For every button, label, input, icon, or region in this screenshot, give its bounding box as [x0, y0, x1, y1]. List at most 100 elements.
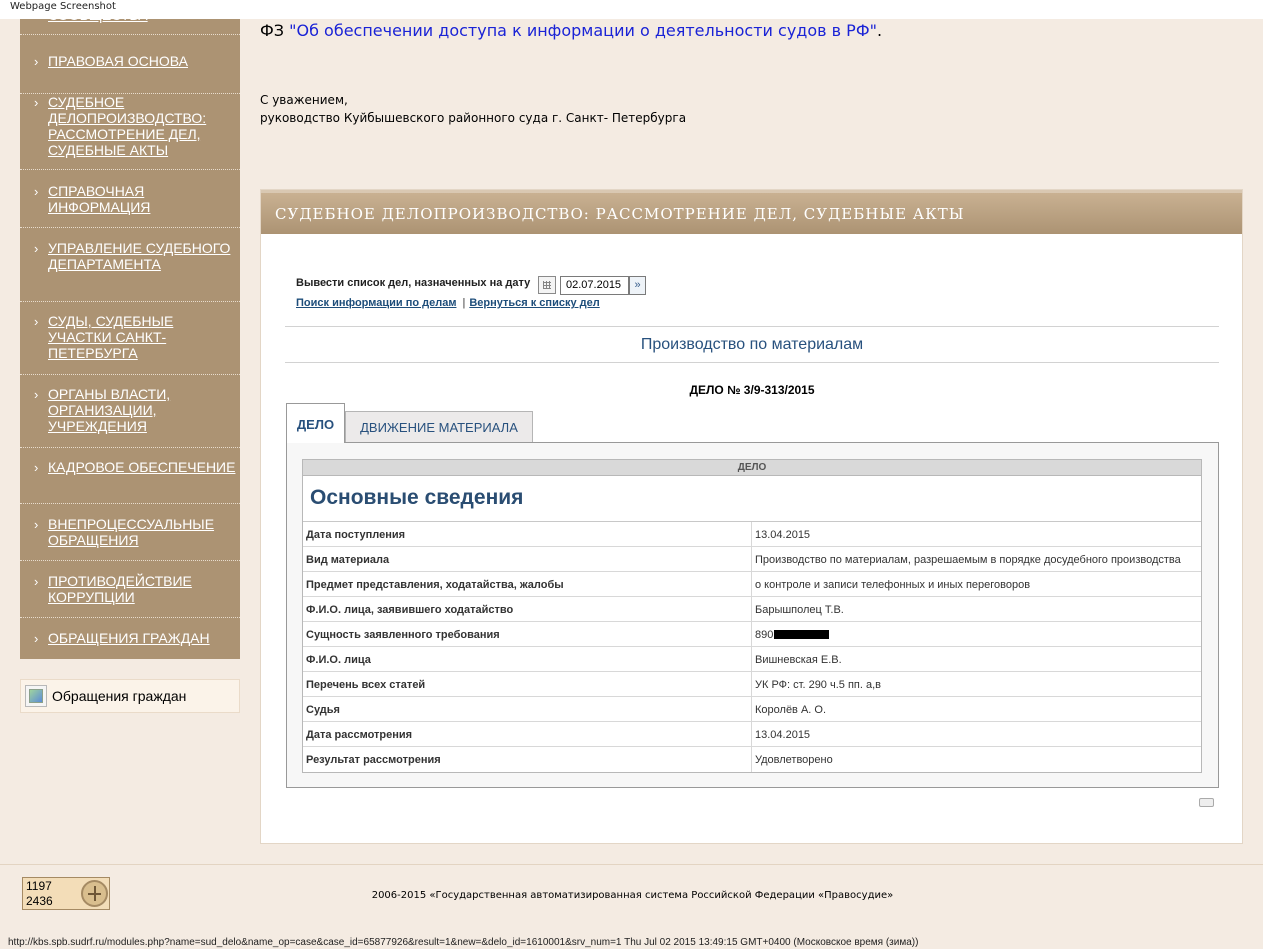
row-key: Вид материала — [306, 554, 390, 566]
table-row: Результат рассмотрения Удовлетворено — [303, 747, 1201, 772]
row-value: Барышполец Т.В. — [755, 604, 844, 616]
sidebar-item-legal-basis[interactable]: › ПРАВОВАЯ ОСНОВА — [20, 53, 240, 94]
banner-label[interactable]: Обращения граждан — [52, 688, 186, 704]
row-value: о контроле и записи телефонных и иных пе… — [755, 579, 1031, 591]
law-link[interactable]: "Об обеспечении доступа к информации о д… — [289, 21, 877, 40]
proceeding-type-title: Производство по материалам — [640, 336, 864, 353]
row-value: 13.04.2015 — [755, 529, 811, 541]
row-value: Производство по материалам, разрешаемым … — [755, 554, 1181, 566]
footer-divider — [0, 864, 1263, 865]
chevron-right-icon: › — [34, 387, 39, 402]
table-header: ДЕЛО — [303, 460, 1201, 476]
row-key: Дата рассмотрения — [306, 729, 413, 741]
sidebar-item-label[interactable]: СУДЕБНОЕ ДЕЛОПРОИЗВОДСТВО: РАССМОТРЕНИЕ … — [48, 94, 236, 158]
sidebar-item-reference-info[interactable]: › СПРАВОЧНАЯ ИНФОРМАЦИЯ — [20, 183, 240, 228]
row-key: Сущность заявленного требования — [306, 629, 500, 641]
go-arrow-icon[interactable]: » — [629, 276, 646, 295]
chevron-right-icon: › — [34, 460, 39, 475]
table-row: Вид материала Производство по материалам,… — [303, 547, 1201, 572]
date-input[interactable]: 02.07.2015 — [560, 276, 629, 295]
case-info-table: ДЕЛО Основные сведения Дата поступления 1… — [302, 459, 1202, 773]
panel-title: СУДЕБНОЕ ДЕЛОПРОИЗВОДСТВО: РАССМОТРЕНИЕ … — [275, 205, 965, 223]
redaction-mark — [774, 630, 830, 639]
chevron-right-icon: › — [34, 54, 39, 69]
sidebar-item-anti-corruption[interactable]: › ПРОТИВОДЕЙСТВИЕ КОРРУПЦИИ — [20, 573, 240, 618]
calendar-icon[interactable] — [538, 276, 556, 294]
row-value-redacted: 890 — [755, 629, 830, 641]
table-row: Дата рассмотрения 13.04.2015 — [303, 722, 1201, 747]
table-row: Перечень всех статей УК РФ: ст. 290 ч.5 п… — [303, 672, 1201, 697]
court-proceedings-panel: СУДЕБНОЕ ДЕЛОПРОИЗВОДСТВО: РАССМОТРЕНИЕ … — [260, 189, 1243, 844]
row-value: УК РФ: ст. 290 ч.5 пп. а,в — [755, 679, 881, 691]
sidebar-item-authorities[interactable]: › ОРГАНЫ ВЛАСТИ, ОРГАНИЗАЦИИ, УЧРЕЖДЕНИЯ — [20, 386, 240, 448]
table-row: Дата поступления 13.04.2015 — [303, 522, 1201, 547]
date-filter-label: Вывести список дел, назначенных на дату — [296, 277, 531, 289]
sidebar-item-label[interactable]: СУДЫ, СУДЕБНЫЕ УЧАСТКИ САНКТ-ПЕТЕРБУРГА — [48, 313, 236, 361]
regards-block: С уважением, руководство Куйбышевского р… — [260, 91, 686, 127]
table-title: Основные сведения — [303, 476, 1201, 522]
row-key: Предмет представления, ходатайства, жало… — [306, 579, 564, 591]
row-value: Вишневская Е.В. — [755, 654, 842, 666]
row-key: Перечень всех статей — [306, 679, 426, 691]
tab-material-movement[interactable]: ДВИЖЕНИЕ МАТЕРИАЛА — [345, 411, 533, 443]
table-row: Ф.И.О. лица, заявившего ходатайство Барыш… — [303, 597, 1201, 622]
link-separator: | — [462, 297, 466, 309]
print-icon[interactable] — [1198, 793, 1214, 809]
row-value: 890 — [755, 629, 774, 641]
citizen-appeals-banner[interactable]: Обращения граждан — [20, 679, 240, 713]
row-key: Ф.И.О. лица, заявившего ходатайство — [306, 604, 514, 616]
sidebar-item-label[interactable]: ПРАВОВАЯ ОСНОВА — [48, 53, 236, 69]
sidebar-item-label[interactable]: УПРАВЛЕНИЕ СУДЕБНОГО ДЕПАРТАМЕНТА — [48, 240, 236, 272]
row-key: Дата поступления — [306, 529, 406, 541]
law-suffix: . — [876, 21, 883, 40]
sidebar-item-court-proceedings[interactable]: › СУДЕБНОЕ ДЕЛОПРОИЗВОДСТВО: РАССМОТРЕНИ… — [20, 94, 240, 170]
sidebar-item-label[interactable]: ОРГАНЫ ВЛАСТИ, ОРГАНИЗАЦИИ, УЧРЕЖДЕНИЯ — [48, 386, 236, 434]
sidebar-item-communities[interactable]: СООБЩЕСТВА — [20, 7, 240, 35]
chevron-right-icon: › — [34, 184, 39, 199]
tab-case[interactable]: ДЕЛО — [286, 403, 345, 443]
back-to-list-link[interactable]: Вернуться к списку дел — [469, 297, 599, 309]
row-value: 13.04.2015 — [755, 729, 811, 741]
row-key: Результат рассмотрения — [306, 754, 441, 766]
sidebar-item-citizen-appeals[interactable]: › ОБРАЩЕНИЯ ГРАЖДАН — [20, 630, 240, 659]
chevron-right-icon: › — [34, 574, 39, 589]
panel-header: СУДЕБНОЕ ДЕЛОПРОИЗВОДСТВО: РАССМОТРЕНИЕ … — [261, 190, 1242, 234]
search-cases-link[interactable]: Поиск информации по делам — [296, 297, 456, 309]
tab-content: ДЕЛО Основные сведения Дата поступления 1… — [286, 442, 1219, 788]
chevron-right-icon: › — [34, 241, 39, 256]
sidebar-item-courts-spb[interactable]: › СУДЫ, СУДЕБНЫЕ УЧАСТКИ САНКТ-ПЕТЕРБУРГ… — [20, 313, 240, 375]
chevron-right-icon: › — [34, 95, 39, 110]
row-value: Удовлетворено — [755, 754, 833, 766]
row-key: Ф.И.О. лица — [306, 654, 371, 666]
sidebar-item-staffing[interactable]: › КАДРОВОЕ ОБЕСПЕЧЕНИЕ — [20, 459, 240, 504]
footer-copyright: 2006-2015 «Государственная автоматизиров… — [371, 890, 894, 901]
sidebar-item-extraprocedural[interactable]: › ВНЕПРОЦЕССУАЛЬНЫЕ ОБРАЩЕНИЯ — [20, 516, 240, 561]
divider — [285, 362, 1219, 363]
law-prefix: ФЗ — [260, 21, 285, 40]
sidebar-item-label[interactable]: ПРОТИВОДЕЙСТВИЕ КОРРУПЦИИ — [48, 573, 236, 605]
divider — [285, 326, 1219, 327]
sidebar-item-judicial-department[interactable]: › УПРАВЛЕНИЕ СУДЕБНОГО ДЕПАРТАМЕНТА — [20, 240, 240, 302]
table-row: Сущность заявленного требования 890 — [303, 622, 1201, 647]
row-value: Королёв А. О. — [755, 704, 827, 716]
chevron-right-icon: › — [34, 517, 39, 532]
table-row: Судья Королёв А. О. — [303, 697, 1201, 722]
law-reference: ФЗ "Об обеспечении доступа к информации … — [260, 21, 882, 40]
regards-line: С уважением, — [260, 93, 348, 107]
chevron-right-icon: › — [34, 631, 39, 646]
sidebar-item-label[interactable]: ОБРАЩЕНИЯ ГРАЖДАН — [48, 630, 236, 646]
sidebar-item-label[interactable]: ВНЕПРОЦЕССУАЛЬНЫЕ ОБРАЩЕНИЯ — [48, 516, 236, 548]
row-key: Судья — [306, 704, 340, 716]
signature-line: руководство Куйбышевского районного суда… — [260, 111, 687, 125]
sidebar-item-label[interactable]: СООБЩЕСТВА — [48, 7, 236, 23]
sidebar-menu: СООБЩЕСТВА › ПРАВОВАЯ ОСНОВА › СУДЕБНОЕ … — [20, 7, 240, 659]
sidebar-item-label[interactable]: КАДРОВОЕ ОБЕСПЕЧЕНИЕ — [48, 459, 236, 475]
chevron-right-icon: › — [34, 314, 39, 329]
banner-image-icon — [25, 685, 47, 707]
table-row: Предмет представления, ходатайства, жало… — [303, 572, 1201, 597]
case-number: ДЕЛО № 3/9-313/2015 — [689, 383, 815, 397]
status-bar-url: http://kbs.spb.sudrf.ru/modules.php?name… — [8, 937, 919, 948]
case-links: Поиск информации по делам | Вернуться к сп… — [296, 297, 600, 309]
table-row: Ф.И.О. лица Вишневская Е.В. — [303, 647, 1201, 672]
sidebar-item-label[interactable]: СПРАВОЧНАЯ ИНФОРМАЦИЯ — [48, 183, 236, 215]
